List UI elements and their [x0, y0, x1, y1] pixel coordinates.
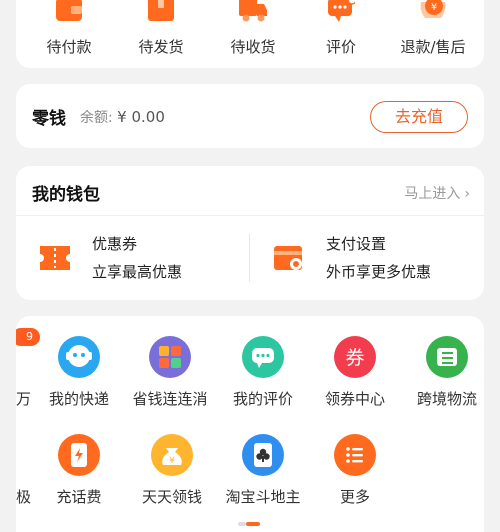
- services-card: 9 万 极 我的快递 省钱连连消 我的评价 券 领券中心 跨境物流 充话费 ¥ …: [16, 316, 484, 532]
- chevron-right-icon: ›: [464, 186, 470, 202]
- order-status-card: 待付款 待发货 待收货 评价 ¥ 退款/售后: [16, 0, 484, 68]
- service-label: 跨境物流: [416, 390, 477, 408]
- page-indicator: [238, 522, 262, 526]
- svg-text:券: 券: [345, 347, 364, 369]
- voucher-icon: 券: [334, 336, 376, 378]
- balance-value: ¥ 0.00: [117, 108, 165, 126]
- notification-badge: 9: [16, 328, 40, 346]
- refund-icon: ¥: [420, 0, 446, 18]
- change-title: 零钱: [32, 109, 66, 129]
- balance-label: 余额:: [80, 110, 113, 126]
- service-label: 领券中心: [324, 390, 385, 408]
- wallet-item-subtitle: 外币享更多优惠: [326, 263, 432, 281]
- wallet-card: 我的钱包 马上进入 › 优惠券 立享最高优惠 支付设置 外币享更多优惠: [16, 166, 484, 300]
- poker-icon: [242, 434, 284, 476]
- order-label: 退款/售后: [400, 38, 466, 56]
- wallet-title: 我的钱包: [32, 185, 100, 205]
- service-label: 更多: [339, 488, 370, 506]
- package-icon: [148, 0, 174, 21]
- service-label: 我的评价: [232, 390, 293, 408]
- order-label: 评价: [325, 38, 356, 56]
- service-label: 充话费: [56, 488, 102, 506]
- wallet-icon: [56, 0, 82, 21]
- wallet-item-subtitle: 立享最高优惠: [92, 263, 183, 281]
- money-bag-icon: ¥: [151, 434, 193, 476]
- balance-text: 余额: ¥ 0.00: [80, 107, 165, 127]
- svg-text:¥: ¥: [431, 2, 437, 13]
- page-dot: [238, 522, 246, 526]
- coupon-icon: [40, 246, 70, 270]
- service-label: 省钱连连消: [132, 390, 208, 408]
- wallet-divider: [249, 234, 250, 282]
- wallet-item-title: 优惠券: [92, 235, 138, 253]
- wallet-header[interactable]: 我的钱包 马上进入 ›: [16, 166, 484, 216]
- payment-settings-icon: [274, 246, 302, 270]
- wallet-coupon[interactable]: 优惠券 立享最高优惠: [16, 216, 250, 300]
- change-card: 零钱 余额: ¥ 0.00 去充值: [16, 84, 484, 148]
- courier-icon: [58, 336, 100, 378]
- order-label: 待发货: [138, 38, 184, 56]
- recharge-button[interactable]: 去充值: [370, 101, 468, 133]
- wallet-item-title: 支付设置: [326, 235, 387, 253]
- truck-icon: [239, 0, 267, 22]
- order-label: 待付款: [46, 38, 92, 56]
- logistics-icon: [426, 336, 468, 378]
- more-icon: [334, 434, 376, 476]
- order-label: 待收货: [230, 38, 276, 56]
- wallet-payment-settings[interactable]: 支付设置 外币享更多优惠: [250, 216, 484, 300]
- wallet-enter-link[interactable]: 马上进入 ›: [404, 183, 470, 203]
- svg-text:¥: ¥: [169, 456, 175, 466]
- review-icon: [242, 336, 284, 378]
- phone-recharge-icon: [58, 434, 100, 476]
- match-game-icon: [149, 336, 191, 378]
- service-label: 淘宝斗地主: [225, 488, 301, 506]
- page-dot-active: [246, 522, 260, 526]
- wallet-enter-label: 马上进入: [404, 186, 461, 202]
- comment-icon: [328, 0, 355, 22]
